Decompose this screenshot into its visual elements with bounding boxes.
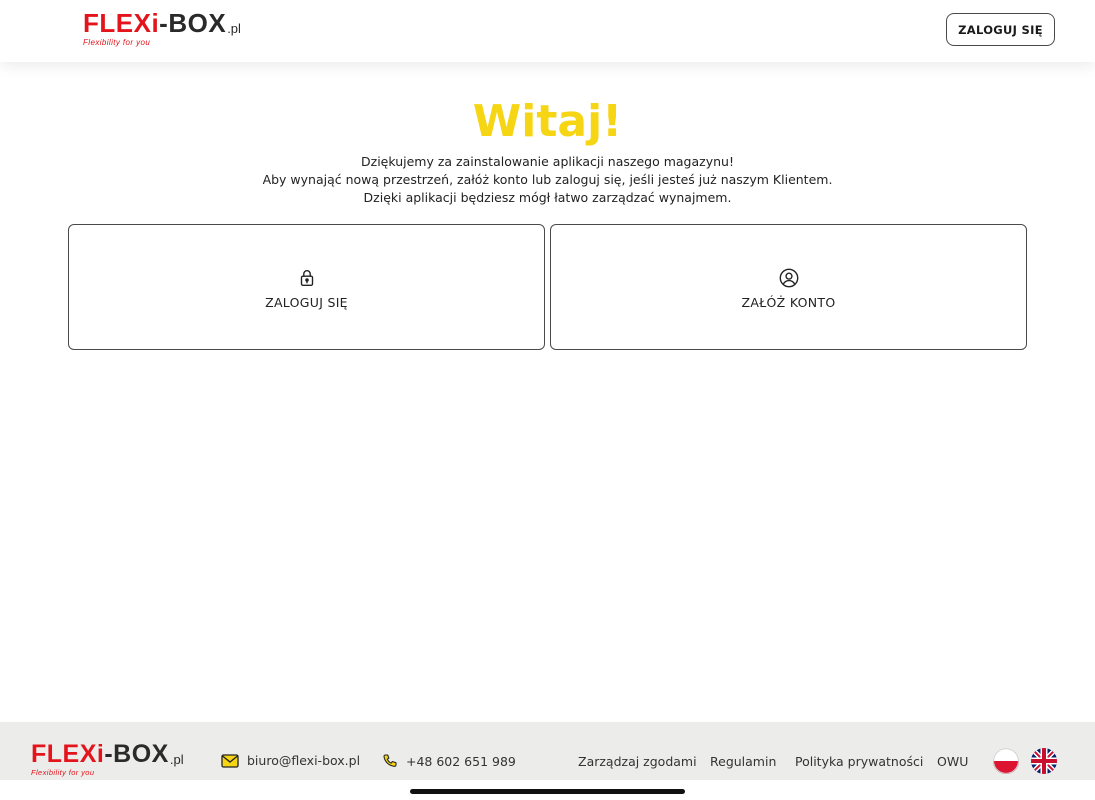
logo-tagline: Flexibility for you [31,768,95,777]
footer-link-terms[interactable]: Regulamin [710,754,776,769]
top-header: FLEXi - BOX .pl Flexibility for you ZALO… [0,0,1095,62]
lock-icon [300,269,313,286]
logo-brand-part2: BOX [113,740,169,768]
intro-line: Dziękujemy za zainstalowanie aplikacji n… [361,154,734,169]
logo-tagline: Flexibility for you [83,38,151,47]
uk-flag-icon[interactable] [1031,748,1057,774]
footer-phone-link[interactable]: +48 602 651 989 [382,753,516,769]
intro-line: Dzięki aplikacji będziesz mógł łatwo zar… [363,190,732,205]
footer-email-text: biuro@flexi-box.pl [247,753,361,768]
envelope-icon [221,753,239,768]
footer-link-consents[interactable]: Zarządzaj zgodami [578,754,697,769]
logo-brand-part1: FLEXi [83,8,160,38]
register-card[interactable]: ZAŁÓŻ KONTO [550,224,1027,350]
logo-brand-part1: FLEXi [31,740,105,768]
welcome-intro: Dziękujemy za zainstalowanie aplikacji n… [0,153,1095,207]
footer-flexibox-logo[interactable]: FLEXi - BOX .pl Flexibility for you [31,740,184,778]
intro-line: Aby wynająć nową przestrzeń, załóż konto… [262,172,833,187]
poland-flag-icon[interactable] [993,748,1019,774]
logo-domain: .pl [227,21,241,36]
logo-brand-part2: BOX [168,8,227,38]
footer: FLEXi - BOX .pl Flexibility for you biur… [0,722,1095,780]
logo-domain: .pl [169,752,184,767]
welcome-title: Witaj! [472,96,623,147]
login-card-label: ZALOGUJ SIĘ [265,294,348,310]
footer-phone-text: +48 602 651 989 [406,753,516,769]
footer-link-privacy[interactable]: Polityka prywatności [795,754,923,769]
phone-icon [383,754,397,767]
logo-brand-dash: - [104,740,114,768]
logo-brand-dash: - [159,8,169,38]
login-card[interactable]: ZALOGUJ SIĘ [68,224,545,350]
user-circle-icon [779,268,798,287]
home-indicator[interactable] [410,789,685,794]
flexibox-logo[interactable]: FLEXi - BOX .pl Flexibility for you [83,10,241,47]
register-card-label: ZAŁÓŻ KONTO [741,294,836,310]
header-login-button[interactable]: ZALOGUJ SIĘ [946,13,1055,46]
footer-link-owu[interactable]: OWU [937,754,968,769]
footer-email-link[interactable]: biuro@flexi-box.pl [221,753,360,768]
